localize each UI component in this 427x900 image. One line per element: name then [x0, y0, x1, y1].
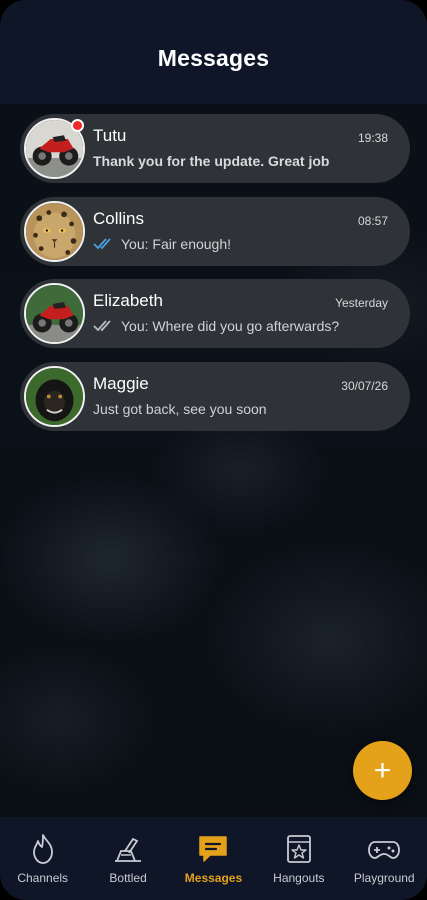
- conversation-list: Tutu 19:38 Thank you for the update. Gre…: [20, 114, 410, 444]
- tab-label: Playground: [353, 871, 415, 885]
- message-preview: Just got back, see you soon: [93, 401, 267, 417]
- conversation-item-maggie[interactable]: Maggie 30/07/26 Just got back, see you s…: [20, 361, 410, 431]
- bottom-tab-bar: Channels Bottled Messages Hangouts Playg…: [0, 817, 427, 900]
- tab-label: Bottled: [109, 871, 147, 885]
- tab-label: Channels: [17, 871, 69, 885]
- message-preview-text: Thank you for the update. Great job: [93, 153, 330, 169]
- message-preview: You: Where did you go afterwards?: [93, 318, 339, 334]
- new-message-button[interactable]: +: [353, 741, 412, 800]
- tab-channels[interactable]: Channels: [0, 817, 85, 900]
- contact-name: Tutu: [93, 126, 127, 145]
- plus-icon: +: [373, 753, 392, 787]
- message-time: 19:38: [357, 131, 388, 145]
- tab-label: Hangouts: [273, 871, 325, 885]
- leopard-avatar-image: [26, 202, 83, 260]
- tab-label: Messages: [184, 871, 243, 885]
- message-preview: Thank you for the update. Great job: [93, 153, 329, 169]
- bottle-icon: [115, 837, 142, 862]
- tab-messages[interactable]: Messages: [171, 817, 256, 900]
- conversation-item-tutu[interactable]: Tutu 19:38 Thank you for the update. Gre…: [20, 114, 410, 183]
- contact-name: Collins: [93, 208, 145, 228]
- message-preview: You: Fair enough!: [93, 236, 231, 252]
- conversation-item-elizabeth[interactable]: Elizabeth Yesterday You: Where did you g…: [20, 279, 410, 348]
- double-check-read-icon: [93, 237, 111, 249]
- star-card-icon: [286, 835, 311, 863]
- motorcycle-avatar-image: [26, 285, 83, 342]
- page-title: Messages: [157, 44, 270, 71]
- double-check-delivered-icon: [93, 320, 111, 332]
- contact-name: Elizabeth: [93, 291, 163, 310]
- phone-screen: Messages Tutu 19:38 Thank you for the up…: [0, 0, 427, 900]
- message-preview-text: You: Where did you go afterwards?: [121, 318, 340, 334]
- avatar[interactable]: [24, 283, 85, 344]
- avatar[interactable]: [24, 365, 85, 427]
- gamepad-icon: [368, 841, 401, 859]
- tab-hangouts[interactable]: Hangouts: [256, 817, 341, 900]
- contact-name: Maggie: [93, 373, 149, 393]
- unread-indicator: [71, 119, 84, 132]
- message-time: 30/07/26: [341, 378, 388, 393]
- monkey-avatar-image: [26, 367, 83, 425]
- flame-icon: [32, 834, 53, 864]
- tab-bottled[interactable]: Bottled: [85, 817, 170, 900]
- message-preview-text: Just got back, see you soon: [93, 400, 267, 417]
- tab-playground[interactable]: Playground: [342, 817, 427, 900]
- conversation-item-collins[interactable]: Collins 08:57 You: Fair enough!: [20, 196, 410, 266]
- chat-bubble-icon: [199, 836, 228, 862]
- app-header: Messages: [0, 0, 427, 104]
- message-preview-text: You: Fair enough!: [121, 235, 232, 252]
- message-time: Yesterday: [335, 296, 388, 310]
- avatar[interactable]: [24, 200, 85, 262]
- message-time: 08:57: [357, 213, 388, 228]
